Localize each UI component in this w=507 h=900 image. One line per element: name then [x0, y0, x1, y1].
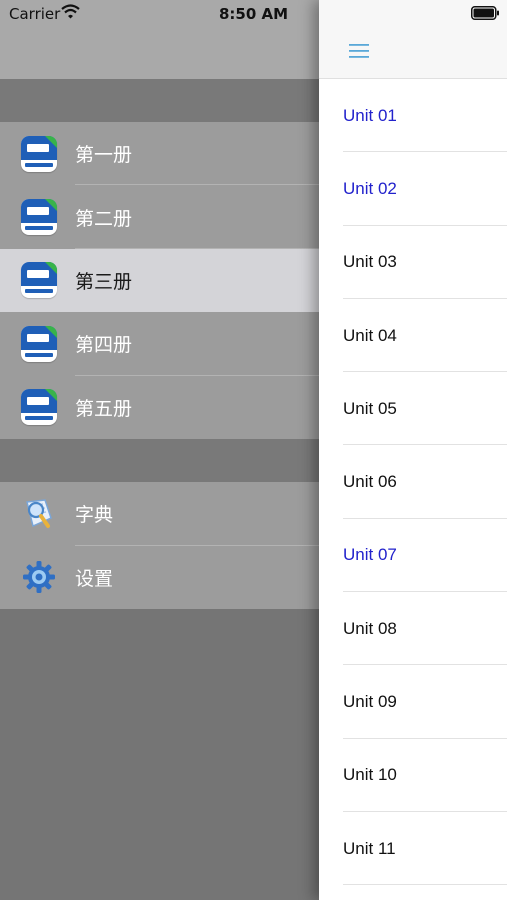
unit-row-10[interactable]: Unit 10 — [319, 739, 507, 812]
book-item-2[interactable]: 第二册 — [0, 185, 320, 249]
unit-label: Unit 07 — [343, 545, 397, 565]
dictionary-icon — [26, 498, 52, 528]
unit-label: Unit 11 — [343, 838, 396, 858]
unit-row-09[interactable]: Unit 09 — [319, 665, 507, 739]
unit-row-02[interactable]: Unit 02 — [319, 152, 507, 226]
book-label: 第二册 — [75, 207, 133, 230]
unit-row-03[interactable]: Unit 03 — [319, 226, 507, 299]
side-menu-spacer — [0, 79, 320, 122]
unit-label: Unit 01 — [343, 105, 397, 125]
settings-label: 设置 — [75, 567, 114, 590]
unit-list: Unit 01 Unit 02 Unit 03 Unit 04 Unit 05 … — [319, 79, 507, 886]
book-label: 第三册 — [75, 270, 133, 293]
unit-row-07[interactable]: Unit 07 — [319, 519, 507, 593]
book-cover-icon — [21, 262, 57, 299]
dictionary-item[interactable]: 字典 — [0, 482, 320, 546]
unit-label: Unit 04 — [343, 325, 397, 345]
unit-row-01[interactable]: Unit 01 — [319, 79, 507, 153]
unit-label: Unit 06 — [343, 472, 397, 492]
book-item-4[interactable]: 第四册 — [0, 312, 320, 376]
unit-label: Unit 03 — [343, 252, 397, 272]
book-cover-icon — [21, 135, 57, 172]
unit-label: Unit 05 — [343, 398, 397, 418]
book-cover-icon — [21, 389, 57, 426]
unit-row-04[interactable]: Unit 04 — [319, 299, 507, 373]
book-label: 第一册 — [75, 144, 133, 167]
book-label: 第五册 — [75, 397, 133, 420]
unit-panel: Unit 01 Unit 02 Unit 03 Unit 04 Unit 05 … — [319, 0, 507, 900]
unit-row-06[interactable]: Unit 06 — [319, 445, 507, 519]
book-list: 第一册 第二册 第三册 第四册 第五册 — [0, 122, 320, 439]
settings-item[interactable]: 设置 — [0, 546, 320, 610]
gear-icon — [23, 561, 55, 594]
unit-label: Unit 09 — [343, 692, 397, 712]
tool-list: 字典 设置 — [0, 482, 320, 609]
dictionary-label: 字典 — [75, 504, 114, 527]
unit-label: Unit 10 — [343, 765, 397, 785]
book-cover-icon — [21, 325, 57, 362]
battery-icon — [471, 6, 499, 20]
book-item-5[interactable]: 第五册 — [0, 376, 320, 439]
hamburger-icon[interactable] — [348, 42, 370, 60]
book-item-3[interactable]: 第三册 — [0, 248, 320, 313]
book-label: 第四册 — [75, 334, 133, 357]
book-cover-icon — [21, 199, 57, 236]
unit-label: Unit 02 — [343, 178, 397, 198]
side-menu-spacer — [0, 439, 320, 482]
unit-row-08[interactable]: Unit 08 — [319, 592, 507, 666]
book-item-1[interactable]: 第一册 — [0, 122, 320, 186]
unit-row-05[interactable]: Unit 05 — [319, 372, 507, 446]
unit-label: Unit 08 — [343, 618, 397, 638]
unit-row-11[interactable]: Unit 11 — [319, 812, 507, 886]
divider — [343, 884, 507, 886]
